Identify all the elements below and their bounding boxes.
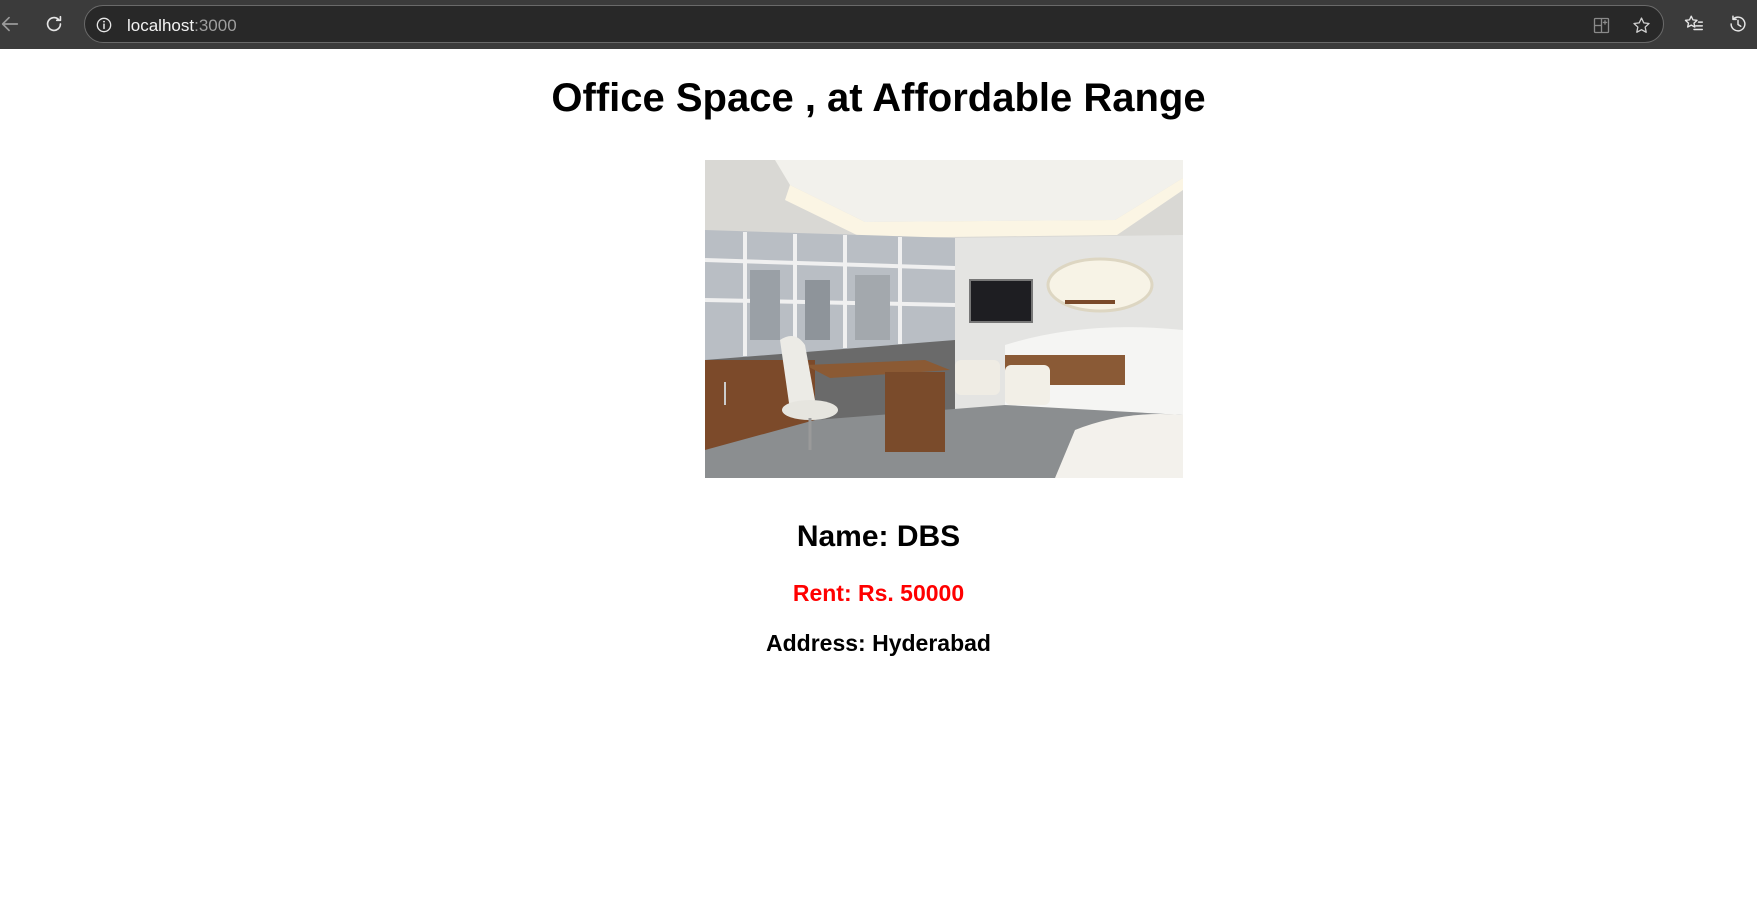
- office-photo: [705, 160, 1183, 478]
- back-button[interactable]: [0, 8, 26, 40]
- browser-toolbar: localhost:3000: [0, 0, 1757, 49]
- reload-icon: [46, 15, 62, 32]
- info-icon: [96, 17, 112, 33]
- favorites-icon: [1684, 15, 1703, 31]
- history-icon: [1730, 15, 1746, 32]
- office-name: Name: DBS: [796, 520, 961, 553]
- back-arrow-icon: [1, 16, 19, 32]
- office-image: [705, 160, 1183, 478]
- history-button[interactable]: [1722, 8, 1754, 40]
- page-content: Office Space , at Affordable Range Name:…: [0, 49, 1757, 909]
- star-icon: [1632, 16, 1650, 33]
- reload-button[interactable]: [38, 8, 70, 40]
- site-info-button[interactable]: [93, 14, 115, 36]
- office-rent: Rent: Rs. 50000: [792, 580, 965, 606]
- url-text[interactable]: localhost:3000: [127, 16, 237, 36]
- url-port: :3000: [194, 16, 237, 35]
- office-address: Address: Hyderabad: [766, 630, 991, 656]
- apps-button[interactable]: [1589, 13, 1613, 37]
- address-bar[interactable]: localhost:3000: [84, 5, 1664, 43]
- favorites-button[interactable]: [1678, 8, 1710, 40]
- page-title: Office Space , at Affordable Range: [551, 76, 1206, 120]
- favorite-button[interactable]: [1629, 13, 1653, 37]
- url-host: localhost: [127, 16, 195, 35]
- apps-icon: [1593, 17, 1609, 33]
